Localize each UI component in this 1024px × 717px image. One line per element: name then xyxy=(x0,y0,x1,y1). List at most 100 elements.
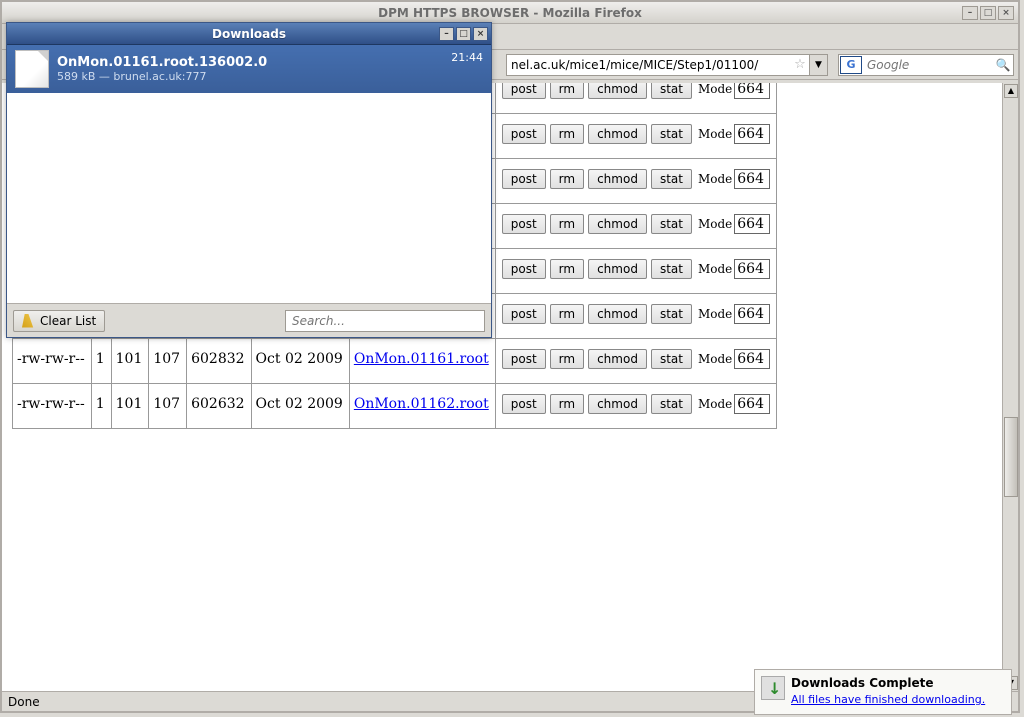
chmod-button[interactable]: chmod xyxy=(588,83,647,99)
dl-close-button[interactable]: × xyxy=(473,27,488,41)
actions-cell: postrmchmodstat Mode xyxy=(495,339,777,384)
post-button[interactable]: post xyxy=(502,394,546,414)
scroll-thumb[interactable] xyxy=(1004,417,1018,497)
post-button[interactable]: post xyxy=(502,304,546,324)
rm-button[interactable]: rm xyxy=(550,124,584,144)
downloads-window[interactable]: Downloads – □ × OnMon.01161.root.136002.… xyxy=(6,22,492,338)
chmod-button[interactable]: chmod xyxy=(588,214,647,234)
search-box[interactable]: G 🔍 xyxy=(838,54,1014,76)
stat-button[interactable]: stat xyxy=(651,124,692,144)
url-bar[interactable]: ☆ ▼ xyxy=(506,54,828,76)
rm-button[interactable]: rm xyxy=(550,259,584,279)
search-go-icon[interactable]: 🔍 xyxy=(993,58,1013,72)
rm-button[interactable]: rm xyxy=(550,214,584,234)
rm-button[interactable]: rm xyxy=(550,394,584,414)
file-link[interactable]: OnMon.01162.root xyxy=(354,396,489,412)
bookmark-star-icon[interactable]: ☆ xyxy=(791,57,809,72)
download-complete-icon xyxy=(761,676,785,700)
mode-label: Mode xyxy=(698,217,732,231)
window-titlebar[interactable]: DPM HTTPS BROWSER - Mozilla Firefox – □ … xyxy=(2,2,1018,24)
download-item[interactable]: OnMon.01161.root.136002.0 589 kB — brune… xyxy=(7,45,491,93)
dl-minimize-button[interactable]: – xyxy=(439,27,454,41)
actions-cell: postrmchmodstat Mode xyxy=(495,83,777,114)
links-cell: 1 xyxy=(91,384,111,429)
url-input[interactable] xyxy=(507,55,791,75)
stat-button[interactable]: stat xyxy=(651,83,692,99)
download-filename: OnMon.01161.root.136002.0 xyxy=(57,55,443,70)
perm-cell: -rw-rw-r-- xyxy=(13,384,92,429)
download-complete-toast[interactable]: Downloads Complete All files have finish… xyxy=(754,669,1012,715)
maximize-button[interactable]: □ xyxy=(980,6,996,20)
actions-cell: postrmchmodstat Mode xyxy=(495,384,777,429)
actions-cell: postrmchmodstat Mode xyxy=(495,204,777,249)
stat-button[interactable]: stat xyxy=(651,349,692,369)
chmod-button[interactable]: chmod xyxy=(588,394,647,414)
chmod-button[interactable]: chmod xyxy=(588,349,647,369)
mode-label: Mode xyxy=(698,172,732,186)
mode-input[interactable] xyxy=(734,83,770,99)
download-meta: 589 kB — brunel.ac.uk:777 xyxy=(57,70,443,83)
search-input[interactable] xyxy=(863,55,993,75)
file-icon xyxy=(15,50,49,88)
mode-input[interactable] xyxy=(734,349,770,369)
post-button[interactable]: post xyxy=(502,83,546,99)
mode-input[interactable] xyxy=(734,214,770,234)
minimize-button[interactable]: – xyxy=(962,6,978,20)
name-cell: OnMon.01161.root xyxy=(349,339,495,384)
mode-input[interactable] xyxy=(734,259,770,279)
file-link[interactable]: OnMon.01161.root xyxy=(354,351,489,367)
post-button[interactable]: post xyxy=(502,349,546,369)
clear-list-button[interactable]: Clear List xyxy=(13,310,105,332)
mode-label: Mode xyxy=(698,397,732,411)
actions-cell: postrmchmodstat Mode xyxy=(495,159,777,204)
toast-title: Downloads Complete xyxy=(791,676,1003,690)
rm-button[interactable]: rm xyxy=(550,349,584,369)
stat-button[interactable]: stat xyxy=(651,304,692,324)
mode-input[interactable] xyxy=(734,304,770,324)
post-button[interactable]: post xyxy=(502,169,546,189)
chmod-button[interactable]: chmod xyxy=(588,304,647,324)
downloads-title: Downloads xyxy=(212,27,286,41)
toast-link[interactable]: All files have finished downloading. xyxy=(791,693,1003,706)
post-button[interactable]: post xyxy=(502,124,546,144)
actions-cell: postrmchmodstat Mode xyxy=(495,294,777,339)
mode-label: Mode xyxy=(698,352,732,366)
actions-cell: postrmchmodstatMode xyxy=(495,114,777,159)
mode-label: Mode xyxy=(698,83,732,96)
uid-cell: 101 xyxy=(111,339,149,384)
search-engine-icon[interactable]: G xyxy=(840,56,862,74)
stat-button[interactable]: stat xyxy=(651,169,692,189)
window-title: DPM HTTPS BROWSER - Mozilla Firefox xyxy=(378,6,642,20)
rm-button[interactable]: rm xyxy=(550,83,584,99)
post-button[interactable]: post xyxy=(502,259,546,279)
rm-button[interactable]: rm xyxy=(550,169,584,189)
close-button[interactable]: × xyxy=(998,6,1014,20)
stat-button[interactable]: stat xyxy=(651,214,692,234)
date-cell: Oct 02 2009 xyxy=(251,384,349,429)
rm-button[interactable]: rm xyxy=(550,304,584,324)
vertical-scrollbar[interactable]: ▲ ▼ xyxy=(1002,83,1018,691)
stat-button[interactable]: stat xyxy=(651,394,692,414)
url-history-dropdown[interactable]: ▼ xyxy=(809,55,827,75)
downloads-search-input[interactable] xyxy=(286,311,484,331)
chmod-button[interactable]: chmod xyxy=(588,124,647,144)
dl-maximize-button[interactable]: □ xyxy=(456,27,471,41)
actions-cell: postrmchmodstatMode xyxy=(495,249,777,294)
gid-cell: 107 xyxy=(149,339,187,384)
name-cell: OnMon.01162.root xyxy=(349,384,495,429)
post-button[interactable]: post xyxy=(502,214,546,234)
chmod-button[interactable]: chmod xyxy=(588,259,647,279)
download-time: 21:44 xyxy=(451,51,483,64)
mode-input[interactable] xyxy=(734,394,770,414)
gid-cell: 107 xyxy=(149,384,187,429)
mode-input[interactable] xyxy=(734,169,770,189)
downloads-titlebar[interactable]: Downloads – □ × xyxy=(7,23,491,45)
stat-button[interactable]: stat xyxy=(651,259,692,279)
mode-input[interactable] xyxy=(734,124,770,144)
mode-label: Mode xyxy=(698,307,732,321)
chmod-button[interactable]: chmod xyxy=(588,169,647,189)
downloads-search[interactable] xyxy=(285,310,485,332)
scroll-up-button[interactable]: ▲ xyxy=(1004,84,1018,98)
table-row: -rw-rw-r--1101107602632Oct 02 2009OnMon.… xyxy=(13,384,777,429)
links-cell: 1 xyxy=(91,339,111,384)
